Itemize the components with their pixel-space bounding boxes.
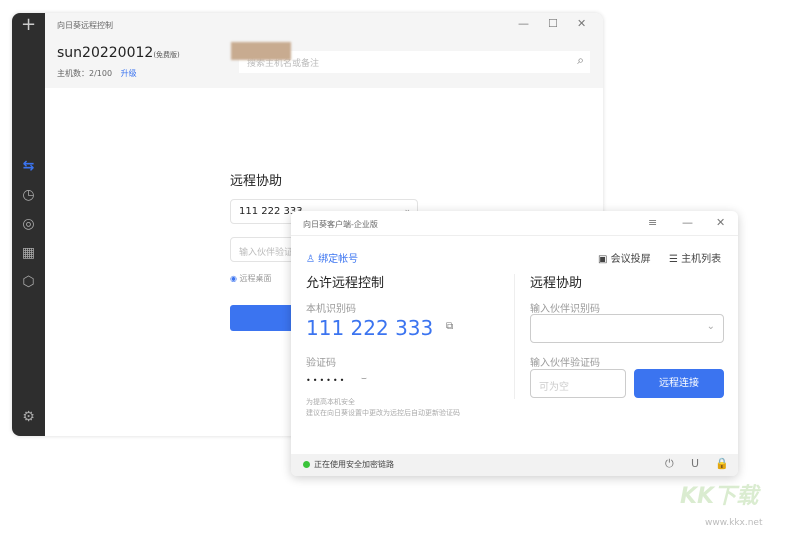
settings-icon[interactable]: ⚙ (20, 409, 37, 426)
partner-code-input[interactable]: 可为空 (530, 369, 626, 398)
blurred-region (231, 42, 291, 60)
partner-code-label: 输入伙伴验证码 (530, 358, 600, 369)
tip-line-1: 为提高本机安全 (306, 398, 355, 406)
client-titlebar: 向日葵客户端-企业版 ≡ — ✕ (291, 211, 738, 236)
sidebar: + ⇆ ◷ ◎ ▦ ⬡ ⚙ (12, 13, 45, 436)
tip-line-2: 建议在向日葵设置中更改为远控后自动更新验证码 (306, 409, 460, 417)
bind-account-label: 绑定帐号 (318, 254, 359, 265)
status-dot-icon (303, 461, 310, 468)
divider (514, 274, 515, 399)
verify-label: 验证码 (306, 358, 336, 369)
edition-badge: (免费版) (153, 51, 180, 59)
minimize-button[interactable]: — (682, 216, 693, 229)
header: 向日葵远程控制 — ☐ ✕ sun20220012(免费版) 主机数：2/100… (45, 13, 603, 88)
status-bar: 正在使用安全加密链路 ⏻ U 🔒 (291, 454, 738, 476)
list-icon: ☰ (669, 254, 678, 265)
add-icon[interactable]: + (20, 16, 37, 34)
maximize-button[interactable]: ☐ (548, 17, 558, 30)
copy-icon[interactable]: ⧉ (446, 321, 453, 332)
cast-icon: ▣ (598, 254, 608, 265)
allow-title: 允许远程控制 (306, 276, 385, 291)
assist-title: 远程协助 (530, 276, 583, 291)
mode-label: 远程桌面 (239, 274, 272, 283)
user-icon: ♙ (306, 254, 315, 265)
remote-connect-button[interactable]: 远程连接 (634, 369, 724, 398)
host-list-label: 主机列表 (681, 254, 722, 265)
username-text: sun20220012 (57, 45, 154, 61)
radio-selected-icon: ◉ (230, 274, 237, 283)
box-icon[interactable]: ⬡ (20, 274, 37, 291)
apps-icon[interactable]: ▦ (20, 245, 37, 262)
window-title: 向日葵远程控制 (57, 21, 113, 30)
upgrade-link[interactable]: 升级 (121, 69, 137, 78)
remote-assist-icon[interactable]: ⇆ (20, 158, 37, 175)
host-list-button[interactable]: ☰ 主机列表 (669, 250, 721, 265)
client-title: 向日葵客户端-企业版 (303, 220, 378, 229)
chevron-down-icon[interactable]: ⌄ (707, 321, 715, 332)
minimize-button[interactable]: — (518, 17, 529, 30)
menu-icon[interactable]: ≡ (648, 216, 657, 229)
power-icon[interactable]: ⏻ (665, 457, 674, 471)
magnet-icon[interactable]: U (691, 457, 699, 470)
bind-account-link[interactable]: ♙ 绑定帐号 (306, 250, 358, 265)
search-icon[interactable]: ⌕ (577, 53, 584, 68)
partner-code-placeholder: 可为空 (539, 382, 569, 393)
status-text: 正在使用安全加密链路 (314, 460, 394, 469)
history-icon[interactable]: ◷ (20, 187, 37, 204)
watermark-logo: KK下载 (680, 484, 759, 509)
local-id-label: 本机识别码 (306, 304, 356, 315)
meeting-cast-button[interactable]: ▣ 会议投屏 (598, 250, 651, 265)
search-input[interactable]: 搜索主机名或备注 ⌕ (239, 51, 590, 73)
partner-id-label: 输入伙伴识别码 (530, 304, 600, 315)
host-count-text: 主机数：2/100 (57, 69, 113, 78)
eye-closed-icon[interactable]: ⌣ (361, 374, 367, 384)
username: sun20220012(免费版) (57, 45, 180, 61)
close-button[interactable]: ✕ (716, 216, 725, 229)
webcam-icon[interactable]: ◎ (20, 216, 37, 233)
watermark-url: www.kkx.net (705, 518, 763, 528)
mode-radio[interactable]: ◉ 远程桌面 (230, 273, 272, 284)
local-id: 111 222 333 (306, 316, 434, 340)
partner-id-input[interactable]: ⌄ (530, 314, 724, 343)
section-title: 远程协助 (230, 174, 283, 189)
host-count: 主机数：2/100 升级 (57, 68, 137, 79)
client-window: 向日葵客户端-企业版 ≡ — ✕ ♙ 绑定帐号 ▣ 会议投屏 ☰ 主机列表 允许… (291, 211, 738, 476)
verify-code: •••••• (306, 376, 347, 385)
lock-icon[interactable]: 🔒 (715, 457, 729, 470)
close-button[interactable]: ✕ (577, 17, 586, 30)
meeting-cast-label: 会议投屏 (610, 254, 651, 265)
